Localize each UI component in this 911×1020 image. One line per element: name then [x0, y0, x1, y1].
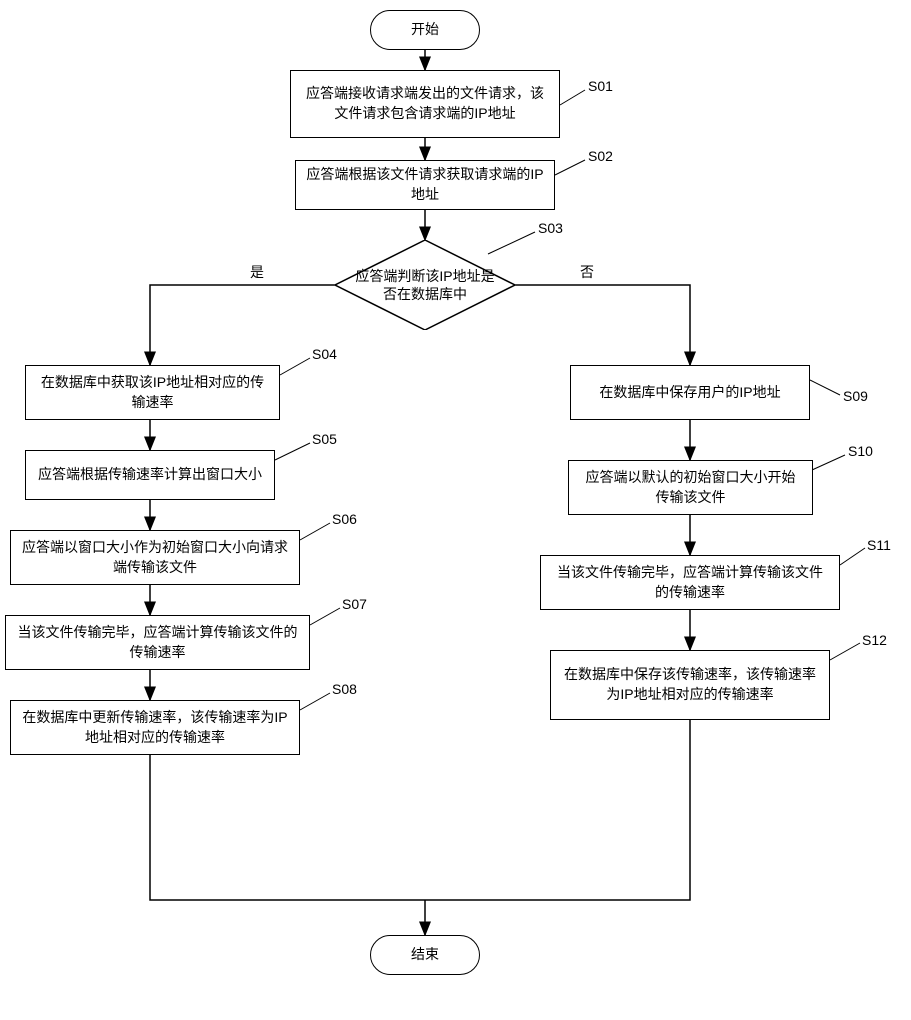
step-s09: 在数据库中保存用户的IP地址 — [570, 365, 810, 420]
step-s01: 应答端接收请求端发出的文件请求，该文件请求包含请求端的IP地址 — [290, 70, 560, 138]
step-s05: 应答端根据传输速率计算出窗口大小 — [25, 450, 275, 500]
step-label-s02: S02 — [588, 148, 613, 164]
step-text: 应答端根据该文件请求获取请求端的IP地址 — [306, 165, 544, 204]
step-text: 在数据库中保存用户的IP地址 — [599, 383, 780, 403]
step-s11: 当该文件传输完毕，应答端计算传输该文件的传输速率 — [540, 555, 840, 610]
step-label-s01: S01 — [588, 78, 613, 94]
no-label: 否 — [580, 262, 594, 282]
step-label-s12: S12 — [862, 632, 887, 648]
end-label: 结束 — [411, 945, 439, 965]
step-text: 应答端以默认的初始窗口大小开始传输该文件 — [579, 468, 802, 507]
step-label-s09: S09 — [843, 388, 868, 404]
end-terminator: 结束 — [370, 935, 480, 975]
step-label-s06: S06 — [332, 511, 357, 527]
decision-text: 应答端判断该IP地址是否在数据库中 — [335, 267, 515, 303]
step-s04: 在数据库中获取该IP地址相对应的传输速率 — [25, 365, 280, 420]
start-terminator: 开始 — [370, 10, 480, 50]
start-label: 开始 — [411, 20, 439, 40]
step-text: 当该文件传输完毕，应答端计算传输该文件的传输速率 — [551, 563, 829, 602]
step-text: 在数据库中保存该传输速率，该传输速率为IP地址相对应的传输速率 — [561, 665, 819, 704]
step-text: 应答端根据传输速率计算出窗口大小 — [38, 465, 262, 485]
step-s12: 在数据库中保存该传输速率，该传输速率为IP地址相对应的传输速率 — [550, 650, 830, 720]
step-label-s10: S10 — [848, 443, 873, 459]
step-label-s05: S05 — [312, 431, 337, 447]
step-s08: 在数据库中更新传输速率，该传输速率为IP地址相对应的传输速率 — [10, 700, 300, 755]
step-text: 当该文件传输完毕，应答端计算传输该文件的传输速率 — [16, 623, 299, 662]
decision-s03: 应答端判断该IP地址是否在数据库中 — [335, 240, 515, 330]
step-label-s03: S03 — [538, 220, 563, 236]
step-s02: 应答端根据该文件请求获取请求端的IP地址 — [295, 160, 555, 210]
step-text: 应答端接收请求端发出的文件请求，该文件请求包含请求端的IP地址 — [301, 84, 549, 123]
step-label-s07: S07 — [342, 596, 367, 612]
step-label-s08: S08 — [332, 681, 357, 697]
step-s10: 应答端以默认的初始窗口大小开始传输该文件 — [568, 460, 813, 515]
step-s06: 应答端以窗口大小作为初始窗口大小向请求端传输该文件 — [10, 530, 300, 585]
step-text: 应答端以窗口大小作为初始窗口大小向请求端传输该文件 — [21, 538, 289, 577]
step-label-s04: S04 — [312, 346, 337, 362]
step-text: 在数据库中更新传输速率，该传输速率为IP地址相对应的传输速率 — [21, 708, 289, 747]
step-text: 在数据库中获取该IP地址相对应的传输速率 — [36, 373, 269, 412]
yes-label: 是 — [250, 262, 264, 282]
step-s07: 当该文件传输完毕，应答端计算传输该文件的传输速率 — [5, 615, 310, 670]
step-label-s11: S11 — [867, 537, 891, 553]
